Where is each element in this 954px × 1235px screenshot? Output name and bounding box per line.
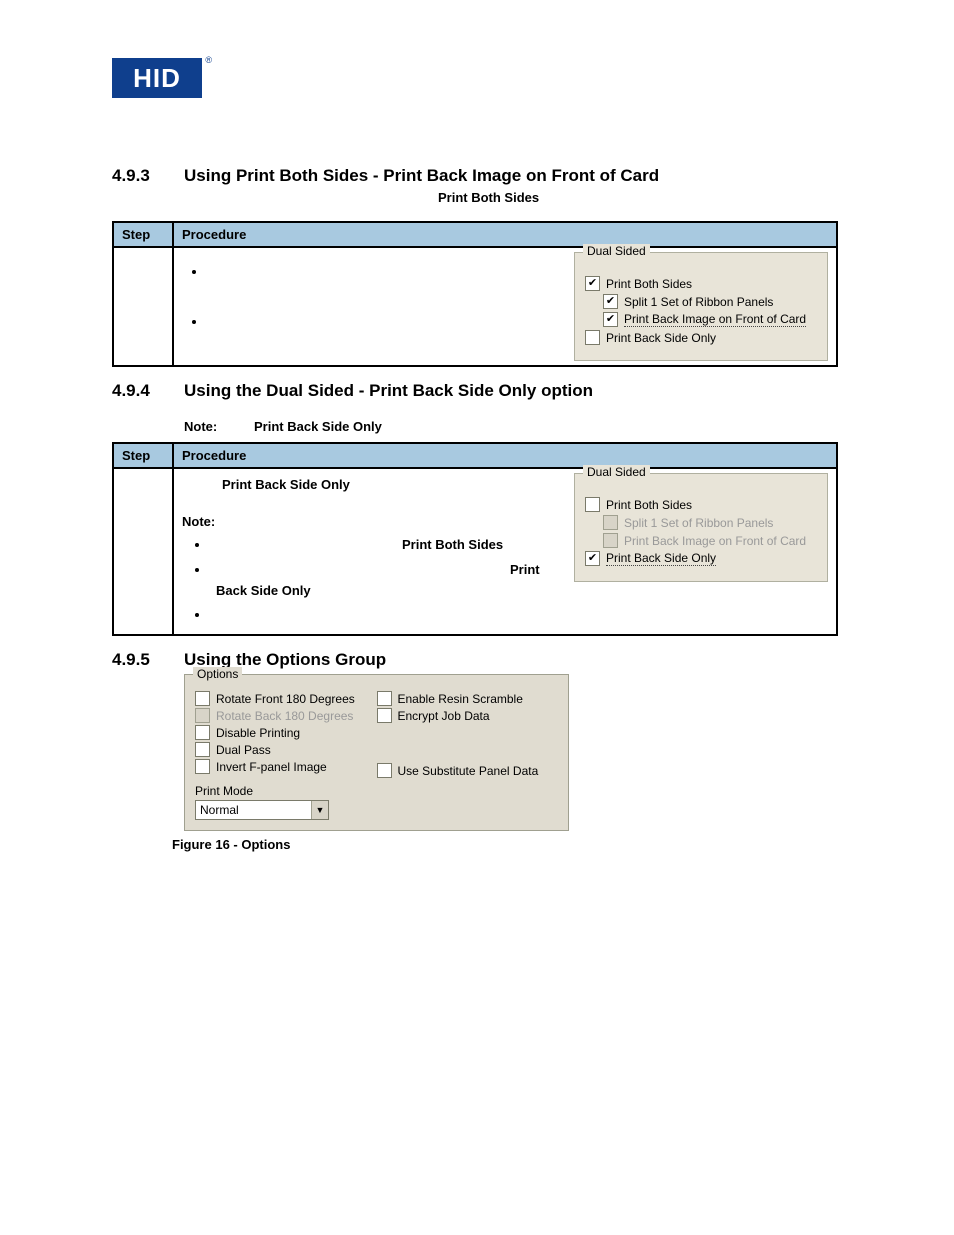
- checkbox-icon: ✔: [585, 551, 600, 566]
- th-step: Step: [113, 443, 173, 468]
- checkbox-icon: [195, 691, 210, 706]
- print-mode-select[interactable]: Normal ▼: [195, 800, 329, 820]
- checkbox-label: Use Substitute Panel Data: [398, 764, 539, 778]
- logo-text: HID: [133, 63, 181, 94]
- body-title: Print Back Side Only: [222, 477, 564, 492]
- checkbox-icon: [603, 533, 618, 548]
- checkbox-icon: [195, 742, 210, 757]
- section-number: 4.9.5: [112, 650, 184, 670]
- checkbox-label: Print Both Sides: [606, 498, 692, 512]
- select-value: Normal: [196, 803, 311, 817]
- dual-sided-groupbox: Dual Sided Print Both Sides Split 1 Set …: [574, 473, 828, 582]
- checkbox-rotate-back-disabled: Rotate Back 180 Degrees: [195, 708, 377, 723]
- page: HID ® 4.9.3 Using Print Both Sides - Pri…: [0, 0, 954, 1235]
- checkbox-print-back-only[interactable]: Print Back Side Only: [585, 330, 817, 345]
- checkbox-label: Print Back Side Only: [606, 331, 716, 345]
- checkbox-icon: ✔: [603, 312, 618, 327]
- procedure-table-494: Step Procedure Print Back Side Only Note…: [112, 442, 838, 636]
- section-number: 4.9.3: [112, 166, 184, 186]
- checkbox-label: Enable Resin Scramble: [398, 692, 523, 706]
- checkbox-substitute-panel[interactable]: Use Substitute Panel Data: [377, 763, 559, 778]
- checkbox-split-ribbon-disabled: Split 1 Set of Ribbon Panels: [603, 515, 817, 530]
- procedure-cell: Dual Sided ✔ Print Both Sides ✔ Split 1 …: [173, 247, 837, 366]
- checkbox-label: Print Back Image on Front of Card: [624, 534, 806, 548]
- groupbox-legend: Options: [193, 667, 242, 681]
- bullet-item: [206, 314, 564, 328]
- checkbox-label: Encrypt Job Data: [398, 709, 490, 723]
- checkbox-icon: [585, 330, 600, 345]
- groupbox-legend: Dual Sided: [583, 465, 650, 479]
- th-step: Step: [113, 222, 173, 247]
- procedure-table-493: Step Procedure Dual Sided ✔: [112, 221, 838, 367]
- logo-box: HID: [112, 58, 202, 98]
- checkbox-invert-fpanel[interactable]: Invert F-panel Image: [195, 759, 377, 774]
- section-heading-493: 4.9.3 Using Print Both Sides - Print Bac…: [112, 166, 844, 186]
- checkbox-label: Rotate Front 180 Degrees: [216, 692, 355, 706]
- registered-mark: ®: [205, 55, 212, 65]
- dual-sided-groupbox: Dual Sided ✔ Print Both Sides ✔ Split 1 …: [574, 252, 828, 361]
- checkbox-encrypt-job[interactable]: Encrypt Job Data: [377, 708, 559, 723]
- section-heading-494: 4.9.4 Using the Dual Sided - Print Back …: [112, 381, 844, 401]
- body-note-label: Note:: [182, 514, 564, 529]
- checkbox-icon: [585, 497, 600, 512]
- th-procedure: Procedure: [173, 222, 837, 247]
- bullet-item: Print Both Sides: [210, 535, 564, 556]
- checkbox-icon: [377, 708, 392, 723]
- checkbox-label: Print Back Image on Front of Card: [624, 312, 806, 327]
- note-label: Note:: [184, 419, 254, 434]
- checkbox-split-ribbon[interactable]: ✔ Split 1 Set of Ribbon Panels: [603, 294, 817, 309]
- checkbox-dual-pass[interactable]: Dual Pass: [195, 742, 377, 757]
- checkbox-icon: [377, 691, 392, 706]
- checkbox-print-back-on-front-disabled: Print Back Image on Front of Card: [603, 533, 817, 548]
- checkbox-icon: ✔: [603, 294, 618, 309]
- checkbox-icon: [603, 515, 618, 530]
- note-value: Print Back Side Only: [254, 419, 382, 434]
- procedure-cell: Print Back Side Only Note: Print Both Si…: [173, 468, 837, 635]
- checkbox-label: Print Both Sides: [606, 277, 692, 291]
- step-cell: [113, 468, 173, 635]
- bullet-list: [206, 264, 564, 328]
- checkbox-label: Dual Pass: [216, 743, 271, 757]
- checkbox-icon: [195, 708, 210, 723]
- checkbox-icon: [195, 725, 210, 740]
- checkbox-print-back-only[interactable]: ✔ Print Back Side Only: [585, 551, 817, 566]
- checkbox-print-both-sides[interactable]: Print Both Sides: [585, 497, 817, 512]
- checkbox-icon: [377, 763, 392, 778]
- th-procedure: Procedure: [173, 443, 837, 468]
- section-number: 4.9.4: [112, 381, 184, 401]
- checkbox-resin-scramble[interactable]: Enable Resin Scramble: [377, 691, 559, 706]
- checkbox-print-back-on-front[interactable]: ✔ Print Back Image on Front of Card: [603, 312, 817, 327]
- checkbox-rotate-front[interactable]: Rotate Front 180 Degrees: [195, 691, 377, 706]
- chevron-down-icon: ▼: [311, 801, 328, 819]
- print-mode-label: Print Mode: [195, 784, 377, 798]
- checkbox-label: Invert F-panel Image: [216, 760, 327, 774]
- checkbox-label: Rotate Back 180 Degrees: [216, 709, 353, 723]
- bullet-item: [210, 605, 564, 626]
- checkbox-label: Split 1 Set of Ribbon Panels: [624, 295, 773, 309]
- section-title: Using Print Both Sides - Print Back Imag…: [184, 166, 659, 186]
- bullet-item: Print Back Side Only: [210, 560, 564, 602]
- step-cell: [113, 247, 173, 366]
- options-groupbox: Options Rotate Front 180 Degrees Rotate …: [184, 674, 569, 831]
- checkbox-label: Split 1 Set of Ribbon Panels: [624, 516, 773, 530]
- checkbox-icon: ✔: [585, 276, 600, 291]
- note-line: Note: Print Back Side Only: [184, 419, 844, 434]
- checkbox-print-both-sides[interactable]: ✔ Print Both Sides: [585, 276, 817, 291]
- bullet-item: [206, 264, 564, 278]
- hid-logo: HID ®: [112, 58, 206, 102]
- checkbox-disable-printing[interactable]: Disable Printing: [195, 725, 377, 740]
- section-title: Using the Dual Sided - Print Back Side O…: [184, 381, 593, 401]
- checkbox-label: Print Back Side Only: [606, 551, 716, 566]
- checkbox-label: Disable Printing: [216, 726, 300, 740]
- groupbox-legend: Dual Sided: [583, 244, 650, 258]
- checkbox-icon: [195, 759, 210, 774]
- figure-caption: Figure 16 - Options: [172, 837, 844, 852]
- section-subtitle: Print Both Sides: [438, 190, 844, 205]
